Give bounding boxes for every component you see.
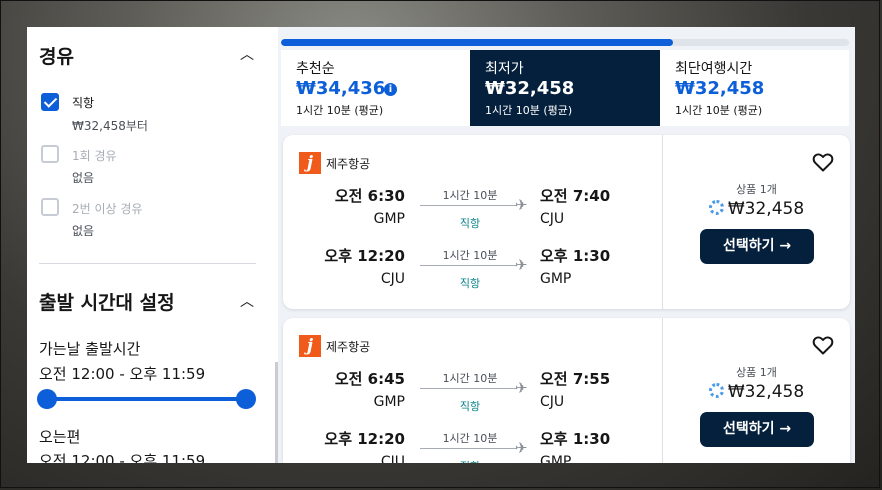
- option-one-stop-label: 1회 경유: [72, 149, 117, 163]
- flight-results-app: 경유 ︿ 직항 ₩32,458부터 1회 경유 없음 2번 이상 경유 없음 출…: [27, 27, 855, 463]
- departure-time: 오후 12:20: [324, 430, 405, 448]
- route-line: [420, 265, 517, 266]
- airline-logo: j: [299, 335, 321, 357]
- option-direct-price: ₩32,458부터: [72, 119, 148, 133]
- heart-icon[interactable]: [811, 333, 835, 357]
- chevron-up-icon[interactable]: ︿: [240, 291, 254, 311]
- tab-label: 최단여행시간: [675, 61, 753, 77]
- stops-label: 직항: [459, 217, 481, 230]
- tab-duration: 1시간 10분 (평균): [485, 104, 573, 117]
- outbound-time-label: 가는날 출발시간: [39, 340, 141, 358]
- departure-time: 오후 12:20: [324, 247, 405, 265]
- price-value: ₩32,458: [727, 382, 805, 402]
- tab-price: ₩32,458: [485, 78, 575, 99]
- filter-divider: [39, 263, 256, 264]
- plane-icon: ✈: [515, 196, 528, 214]
- arrival-time: 오전 7:40: [540, 187, 611, 205]
- flight-duration: 1시간 10분: [442, 249, 498, 262]
- sort-tabs: 추천순 ₩34,436 i 1시간 10분 (평균) 최저가 ₩32,458 1…: [281, 50, 849, 126]
- departure-airport: GMP: [373, 394, 405, 410]
- checkbox-two-plus-stops[interactable]: [41, 198, 59, 216]
- airline-logo: j: [299, 152, 321, 174]
- sidebar-scrollbar[interactable]: [275, 362, 278, 463]
- tab-label: 최저가: [485, 61, 524, 77]
- stops-label: 직항: [459, 400, 481, 413]
- tab-duration: 1시간 10분 (평균): [675, 104, 763, 117]
- arrival-time: 오후 1:30: [540, 430, 611, 448]
- progress-fill: [281, 39, 673, 46]
- stops-label: 직항: [459, 277, 481, 290]
- stops-filter-title: 경유: [39, 46, 74, 68]
- chevron-up-icon[interactable]: ︿: [240, 44, 254, 64]
- arrival-airport: CJU: [540, 211, 565, 227]
- departure-time-title: 출발 시간대 설정: [39, 292, 175, 314]
- option-one-stop-price: 없음: [72, 171, 95, 185]
- arrival-airport: CJU: [540, 394, 565, 410]
- price: ₩32,458: [663, 199, 850, 219]
- tab-price: ₩34,436: [296, 78, 386, 99]
- tab-fastest[interactable]: 최단여행시간 ₩32,458 1시간 10분 (평균): [660, 50, 849, 126]
- heart-icon[interactable]: [811, 150, 835, 174]
- tab-recommended[interactable]: 추천순 ₩34,436 i 1시간 10분 (평균): [281, 50, 470, 126]
- checkbox-direct[interactable]: [41, 93, 59, 111]
- loading-spinner-icon: [708, 383, 724, 398]
- departure-time: 오전 6:45: [334, 370, 405, 388]
- arrival-time: 오후 1:30: [540, 247, 611, 265]
- route-line: [420, 388, 517, 389]
- deal-count: 상품 1개: [736, 366, 777, 379]
- option-two-plus-label: 2번 이상 경유: [72, 202, 143, 216]
- filter-sidebar: 경유 ︿ 직항 ₩32,458부터 1회 경유 없음 2번 이상 경유 없음 출…: [27, 27, 278, 463]
- stops-label: 직항: [420, 458, 520, 463]
- plane-icon: ✈: [515, 379, 528, 397]
- departure-airport: GMP: [373, 211, 405, 227]
- outbound-time-slider[interactable]: [46, 397, 247, 401]
- card-divider: [662, 135, 663, 309]
- airline-name: 제주항공: [326, 157, 371, 171]
- flight-duration: 1시간 10분: [442, 372, 498, 385]
- select-button[interactable]: 선택하기 →: [700, 412, 814, 447]
- price-value: ₩32,458: [727, 199, 805, 219]
- tab-duration: 1시간 10분 (평균): [296, 104, 384, 117]
- route-line: [420, 205, 517, 206]
- price: ₩32,458: [663, 382, 850, 402]
- inbound-time-range: 오전 12:00 - 오후 11:59: [39, 452, 206, 463]
- arrival-airport: GMP: [540, 271, 572, 287]
- option-two-plus-price: 없음: [72, 224, 95, 238]
- plane-icon: ✈: [515, 439, 528, 457]
- slider-max-handle[interactable]: [236, 389, 256, 409]
- flight-duration: 1시간 10분: [442, 432, 498, 445]
- flight-card[interactable]: j 제주항공 오전 6:45 GMP 1시간 10분 ✈ 직항 오전 7:55 …: [283, 318, 850, 463]
- flight-card[interactable]: j 제주항공 오전 6:30 GMP 1시간 10분 ✈ 직항 오전 7:40 …: [283, 135, 850, 309]
- departure-airport: CJU: [380, 454, 405, 463]
- arrival-airport: GMP: [540, 454, 572, 463]
- loading-progress-bar: [281, 39, 849, 46]
- loading-spinner-icon: [708, 200, 724, 215]
- checkbox-one-stop[interactable]: [41, 145, 59, 163]
- slider-min-handle[interactable]: [37, 389, 57, 409]
- departure-time: 오전 6:30: [334, 187, 405, 205]
- outbound-time-range: 오전 12:00 - 오후 11:59: [39, 365, 206, 383]
- arrival-time: 오전 7:55: [540, 370, 611, 388]
- departure-airport: CJU: [380, 271, 405, 287]
- outbound-leg: 오전 6:45 GMP 1시간 10분 ✈ 직항 오전 7:55 CJU: [283, 368, 662, 418]
- tab-price: ₩32,458: [675, 78, 765, 99]
- inbound-time-label: 오는편: [39, 428, 81, 446]
- plane-icon: ✈: [515, 256, 528, 274]
- outbound-leg: 오전 6:30 GMP 1시간 10분 ✈ 직항 오전 7:40 CJU: [283, 185, 662, 235]
- option-direct-label: 직항: [72, 96, 95, 110]
- tab-label: 추천순: [296, 61, 335, 77]
- tab-cheapest[interactable]: 최저가 ₩32,458 1시간 10분 (평균): [470, 50, 660, 126]
- select-button[interactable]: 선택하기 →: [700, 229, 814, 264]
- route-line: [420, 448, 517, 449]
- flight-duration: 1시간 10분: [442, 189, 498, 202]
- airline-name: 제주항공: [326, 340, 371, 354]
- info-icon[interactable]: i: [384, 83, 397, 96]
- deal-count: 상품 1개: [736, 183, 777, 196]
- return-leg: 오후 12:20 CJU 1시간 10분 ✈ 직항 오후 1:30 GMP: [283, 428, 662, 463]
- return-leg: 오후 12:20 CJU 1시간 10분 ✈ 직항 오후 1:30 GMP: [283, 245, 662, 295]
